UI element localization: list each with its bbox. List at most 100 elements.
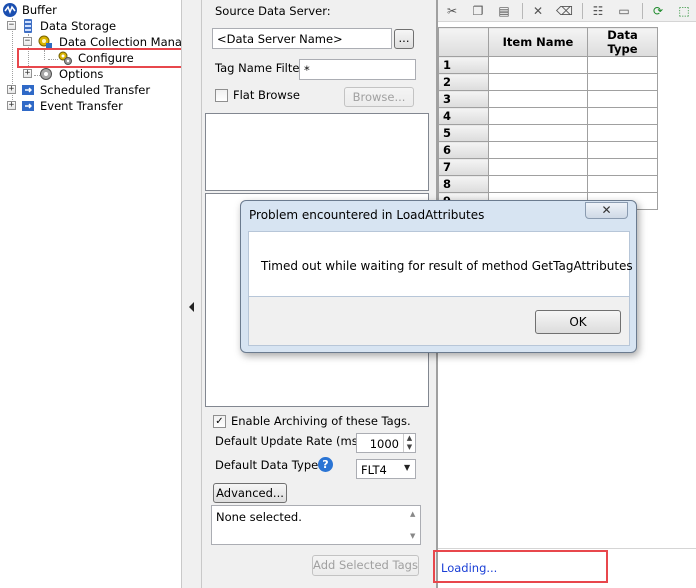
chevron-down-icon[interactable]: ▼ — [404, 463, 410, 472]
table-row[interactable]: 4 — [438, 107, 658, 125]
cell[interactable] — [488, 73, 588, 91]
cell[interactable] — [587, 73, 658, 91]
export-icon[interactable]: ⬚ — [676, 3, 692, 19]
cell[interactable] — [488, 158, 588, 176]
dialog-footer: OK — [248, 297, 630, 346]
spin-buttons[interactable]: ▲ ▼ — [403, 434, 415, 452]
window-icon[interactable]: ▭ — [616, 3, 632, 19]
cut-icon[interactable]: ✂ — [444, 3, 460, 19]
cell[interactable] — [587, 56, 658, 74]
status-divider — [438, 548, 696, 549]
scroll-down-icon[interactable]: ▼ — [410, 532, 415, 540]
flat-browse-label: Flat Browse — [233, 88, 300, 102]
advanced-button[interactable]: Advanced... — [213, 483, 287, 503]
buffer-icon — [2, 2, 18, 18]
table-row[interactable]: 1 — [438, 56, 658, 74]
collapse-icon[interactable]: − — [7, 21, 16, 30]
table-row[interactable]: 8 — [438, 175, 658, 193]
selection-summary: None selected. ▲ ▼ — [211, 505, 421, 545]
highlight-configure — [17, 48, 191, 68]
browse-server-button[interactable]: ... — [394, 29, 414, 49]
close-icon[interactable]: ✕ — [585, 202, 628, 219]
refresh-icon[interactable]: ⟳ — [650, 3, 666, 19]
dialog-body: Timed out while waiting for result of me… — [248, 231, 633, 297]
tree-item-data-storage[interactable]: − Data Storage — [0, 18, 180, 34]
row-number: 8 — [438, 175, 489, 193]
cell[interactable] — [587, 175, 658, 193]
event-transfer-icon — [20, 98, 36, 114]
delete-icon[interactable]: ✕ — [530, 3, 546, 19]
help-icon[interactable]: ? — [318, 457, 333, 472]
column-header[interactable]: Data Type — [587, 27, 658, 57]
row-number: 6 — [438, 141, 489, 159]
cell[interactable] — [488, 56, 588, 74]
selection-text: None selected. — [216, 510, 302, 524]
scroll-up-icon[interactable]: ▲ — [410, 510, 415, 518]
collapse-left-arrow-icon[interactable] — [189, 302, 194, 312]
table-row[interactable]: 7 — [438, 158, 658, 176]
grid-toolbar: ✂ ❐ ▤ ✕ ⌫ ☷ ▭ ⟳ ⬚ — [438, 0, 696, 22]
paste-icon[interactable]: ▤ — [496, 3, 512, 19]
add-selected-tags-button[interactable]: Add Selected Tags — [312, 555, 419, 576]
row-number: 4 — [438, 107, 489, 125]
tag-filter-label: Tag Name Filter: — [215, 61, 308, 75]
options-gear-icon — [38, 66, 54, 82]
error-dialog: Problem encountered in LoadAttributes ✕ … — [240, 200, 637, 353]
source-server-label: Source Data Server: — [215, 4, 331, 18]
cell[interactable] — [587, 90, 658, 108]
expand-icon[interactable]: + — [7, 85, 16, 94]
update-rate-label: Default Update Rate (ms): — [215, 434, 367, 448]
tree-label: Buffer — [22, 3, 57, 17]
table-row[interactable]: 6 — [438, 141, 658, 159]
properties-icon[interactable]: ☷ — [590, 3, 606, 19]
cell[interactable] — [488, 124, 588, 142]
cell[interactable] — [488, 141, 588, 159]
column-header[interactable]: Item Name — [488, 27, 588, 57]
tree-label: Event Transfer — [40, 99, 123, 113]
copy-icon[interactable]: ❐ — [470, 3, 486, 19]
dialog-message: Timed out while waiting for result of me… — [261, 259, 633, 273]
browse-button[interactable]: Browse... — [344, 87, 414, 107]
tree-item-buffer[interactable]: Buffer — [0, 2, 180, 18]
expand-icon[interactable]: + — [23, 69, 32, 78]
cell[interactable] — [488, 90, 588, 108]
tag-filter-input[interactable]: * — [299, 59, 416, 80]
row-number: 7 — [438, 158, 489, 176]
row-number: 5 — [438, 124, 489, 142]
grid-corner-cell[interactable] — [438, 27, 489, 57]
row-number: 1 — [438, 56, 489, 74]
pane-splitter[interactable] — [181, 0, 202, 588]
tag-tree-list[interactable] — [205, 113, 429, 191]
row-number: 3 — [438, 90, 489, 108]
navigation-tree: Buffer − Data Storage − Data Collection … — [0, 0, 181, 588]
eraser-icon[interactable]: ⌫ — [556, 3, 573, 19]
source-server-input[interactable]: <Data Server Name> — [212, 28, 392, 49]
dialog-title: Problem encountered in LoadAttributes — [249, 208, 485, 222]
enable-archiving-label: Enable Archiving of these Tags. — [231, 414, 411, 428]
tree-label: Options — [59, 67, 104, 81]
cell[interactable] — [587, 107, 658, 125]
ok-button[interactable]: OK — [535, 310, 621, 334]
expand-icon[interactable]: + — [7, 101, 16, 110]
scheduled-transfer-icon — [20, 82, 36, 98]
collapse-icon[interactable]: − — [23, 37, 32, 46]
tree-item-scheduled-transfer[interactable]: + Scheduled Transfer — [0, 82, 180, 98]
cell[interactable] — [587, 124, 658, 142]
cell[interactable] — [488, 107, 588, 125]
enable-archiving-checkbox[interactable]: ✓ — [213, 415, 226, 428]
cell[interactable] — [488, 175, 588, 193]
grid-header-row: Item Name Data Type — [438, 27, 658, 57]
tree-label: Scheduled Transfer — [40, 83, 151, 97]
cell[interactable] — [587, 158, 658, 176]
tree-item-event-transfer[interactable]: + Event Transfer — [0, 98, 180, 114]
table-row[interactable]: 3 — [438, 90, 658, 108]
cell[interactable] — [587, 141, 658, 159]
tree-item-options[interactable]: + Options — [0, 66, 180, 82]
data-storage-icon — [20, 18, 36, 34]
table-row[interactable]: 2 — [438, 73, 658, 91]
tag-grid: Item Name Data Type 1 2 3 4 5 6 7 8 9 — [438, 27, 658, 210]
tree-label: Data Storage — [40, 19, 117, 33]
row-number: 2 — [438, 73, 489, 91]
flat-browse-checkbox[interactable] — [215, 89, 228, 102]
table-row[interactable]: 5 — [438, 124, 658, 142]
